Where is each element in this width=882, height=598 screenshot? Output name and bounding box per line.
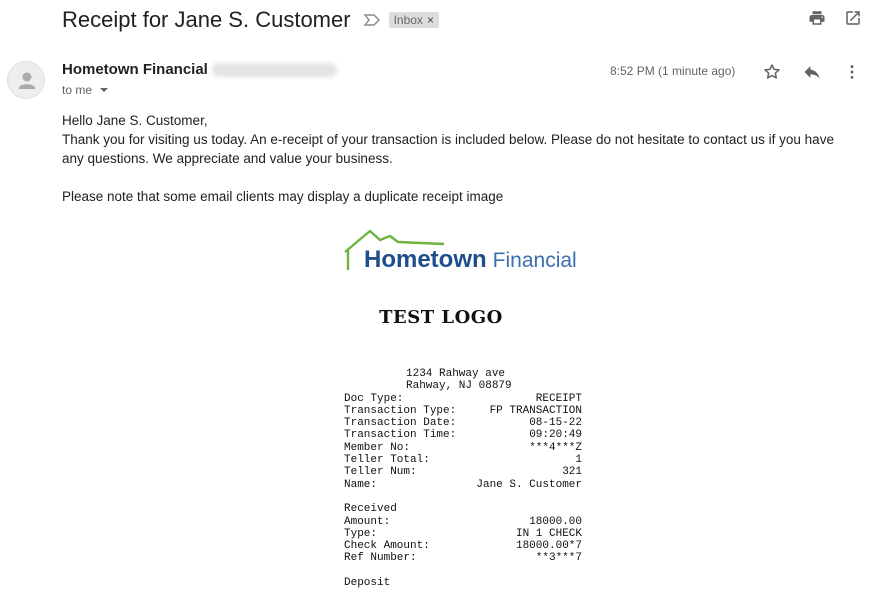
thank-you-text: Thank you for visiting us today. An e-re… (62, 132, 834, 166)
receipt-row: Check Amount: 18000.00*7 (344, 540, 582, 552)
person-avatar-icon (19, 72, 35, 89)
message-timestamp: 8:52 PM (1 minute ago) (610, 64, 736, 78)
thread-actions (808, 9, 862, 27)
receipt-row-label: Doc Type: (344, 392, 404, 405)
receipt-row-label: Amount: (344, 515, 391, 528)
receipt-row: Ref Number: **3***7 (344, 552, 582, 564)
receipt-block: 1234 Rahway ave Rahway, NJ 08879 Doc Typ… (344, 368, 582, 589)
subject-row: Receipt for Jane S. Customer Inbox × (62, 5, 439, 35)
deposit-heading: Deposit (344, 577, 391, 590)
logo-financial-text: Financial (492, 249, 577, 272)
sender-name[interactable]: Hometown Financial (62, 61, 208, 78)
receipt-address-line1: 1234 Rahway ave (406, 368, 506, 380)
inbox-label-chip[interactable]: Inbox × (388, 12, 439, 28)
logo-hometown-text: Hometown (364, 246, 487, 273)
star-icon[interactable] (762, 62, 782, 82)
more-vertical-icon[interactable] (842, 62, 862, 82)
receipt-row-value: 18000.00*7 (515, 540, 582, 553)
to-me-label: to me (62, 83, 93, 97)
receipt-row-label: Type: (344, 527, 378, 540)
receipt-row: Amount: 18000.00 (344, 516, 582, 528)
receipt-row: Teller Num: 321 (344, 466, 582, 478)
receipt-row-label: Teller Num: (344, 466, 417, 479)
receipt-row-value: IN 1 CHECK (515, 527, 582, 540)
receipt-row-value: 321 (562, 466, 582, 479)
receipt-address-line2: Rahway, NJ 08879 (406, 380, 512, 393)
receipt-row-value: 1 (575, 454, 582, 467)
receipt-row: Transaction Time: 09:20:49 (344, 429, 582, 441)
receipt-row-label: Transaction Type: (344, 404, 457, 417)
receipt-row-value: RECEIPT (535, 392, 582, 405)
receipt-row-value: 18000.00 (529, 515, 582, 528)
receipt-row-label: Transaction Time: (344, 429, 457, 442)
receipt-row-label: Transaction Date: (344, 417, 457, 430)
receipt-row-value: FP TRANSACTION (489, 404, 582, 417)
receipt-row: Transaction Type: FP TRANSACTION (344, 405, 582, 417)
message-actions (762, 62, 862, 82)
receipt-row-value: ***4***Z (529, 441, 582, 454)
sender-email-redacted (212, 63, 337, 77)
reply-icon[interactable] (802, 62, 822, 82)
receipt-row-value: Jane S. Customer (476, 478, 582, 491)
email-body: Hello Jane S. Customer, Thank you for vi… (62, 111, 852, 206)
test-logo-heading: TEST LOGO (379, 307, 503, 328)
receipt-row-label: Check Amount: (344, 540, 430, 553)
receipt-row: Teller Total: 1 (344, 454, 582, 466)
received-heading: Received (344, 503, 397, 516)
email-subject: Receipt for Jane S. Customer (62, 7, 351, 32)
receipt-row-label: Member No: (344, 441, 411, 454)
receipt-row-label: Teller Total: (344, 454, 430, 467)
show-details-chevron-icon[interactable] (100, 88, 109, 92)
remove-label-icon[interactable]: × (427, 13, 434, 27)
receipt-row: Transaction Date: 08-15-22 (344, 417, 582, 429)
receipt-row-value: **3***7 (535, 552, 582, 565)
duplicate-receipt-note: Please note that some email clients may … (62, 189, 504, 204)
receipt-row: Type: IN 1 CHECK (344, 528, 582, 540)
email-view: Receipt for Jane S. Customer Inbox × Hom… (0, 0, 882, 598)
print-icon[interactable] (808, 9, 826, 27)
hometown-financial-logo: Hometown Financial (342, 228, 602, 274)
recipient-line: to me (62, 83, 109, 97)
receipt-row-value: 09:20:49 (529, 429, 582, 442)
receipt-row: Name: Jane S. Customer (344, 479, 582, 491)
importance-marker-icon[interactable] (363, 13, 381, 27)
receipt-row: Doc Type: RECEIPT (344, 393, 582, 405)
greeting-text: Hello Jane S. Customer, (62, 113, 208, 128)
inbox-label-text: Inbox (393, 13, 423, 27)
sender-avatar[interactable] (7, 61, 45, 99)
open-in-new-window-icon[interactable] (844, 9, 862, 27)
receipt-row-value: 08-15-22 (529, 417, 582, 430)
receipt-row: Member No: ***4***Z (344, 442, 582, 454)
receipt-row-label: Ref Number: (344, 552, 417, 565)
receipt-row-label: Name: (344, 478, 378, 491)
